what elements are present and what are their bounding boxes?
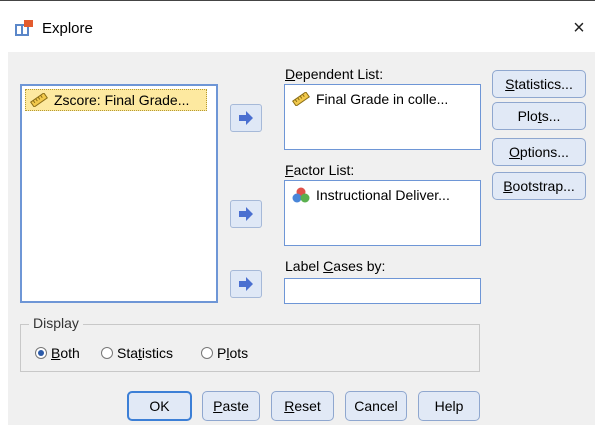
list-item-label: Zscore: Final Grade... [54,92,190,108]
factor-list[interactable]: Instructional Deliver... [284,180,481,246]
radio-empty-icon [101,347,113,359]
label-cases-field[interactable] [284,278,481,304]
display-plots-label: Plots [217,345,249,361]
bootstrap-button[interactable]: Bootstrap... [492,172,586,200]
help-button[interactable]: Help [418,391,480,421]
display-plots-radio[interactable]: Plots [201,345,248,361]
display-both-label: Both [51,345,80,361]
display-group: Display Both Statistics Plots [20,315,480,372]
move-to-factor-button[interactable] [230,200,262,228]
dependent-list-label: Dependent List: [285,66,384,82]
ruler-icon [292,92,310,106]
arrow-right-icon [239,111,253,125]
ok-button[interactable]: OK [127,391,192,421]
display-legend: Display [29,315,83,331]
options-button[interactable]: Options... [492,138,586,166]
variable-list[interactable]: Zscore: Final Grade... [20,84,218,303]
list-item-label: Instructional Deliver... [316,187,450,203]
cancel-button[interactable]: Cancel [345,391,407,421]
reset-button[interactable]: Reset [271,391,334,421]
dependent-list[interactable]: Final Grade in colle... [284,84,481,150]
display-statistics-radio[interactable]: Statistics [101,345,173,361]
title-bar: Explore × [0,6,595,52]
display-both-radio[interactable]: Both [35,345,80,361]
list-item[interactable]: Final Grade in colle... [288,88,452,110]
ruler-icon [30,93,48,107]
paste-button[interactable]: Paste [202,391,260,421]
factor-list-label: Factor List: [285,162,355,178]
statistics-button[interactable]: Statistics... [492,70,586,98]
nominal-icon [292,187,310,203]
list-item[interactable]: Instructional Deliver... [288,184,454,206]
top-edge [0,0,595,4]
display-statistics-label: Statistics [117,345,174,361]
arrow-right-icon [239,277,253,291]
radio-empty-icon [201,347,213,359]
close-button[interactable]: × [568,17,590,39]
window-title: Explore [42,20,93,37]
plots-button[interactable]: Plots... [492,102,586,130]
explore-dialog: Zscore: Final Grade... Dependent List: F… [8,52,595,425]
arrow-right-icon [239,207,253,221]
list-item-label: Final Grade in colle... [316,91,449,107]
explore-app-icon [15,20,33,36]
list-item[interactable]: Zscore: Final Grade... [25,89,207,111]
move-to-dependent-button[interactable] [230,104,262,132]
label-cases-label: Label Cases by: [285,258,386,274]
move-to-label-cases-button[interactable] [230,270,262,298]
radio-selected-icon [35,347,47,359]
